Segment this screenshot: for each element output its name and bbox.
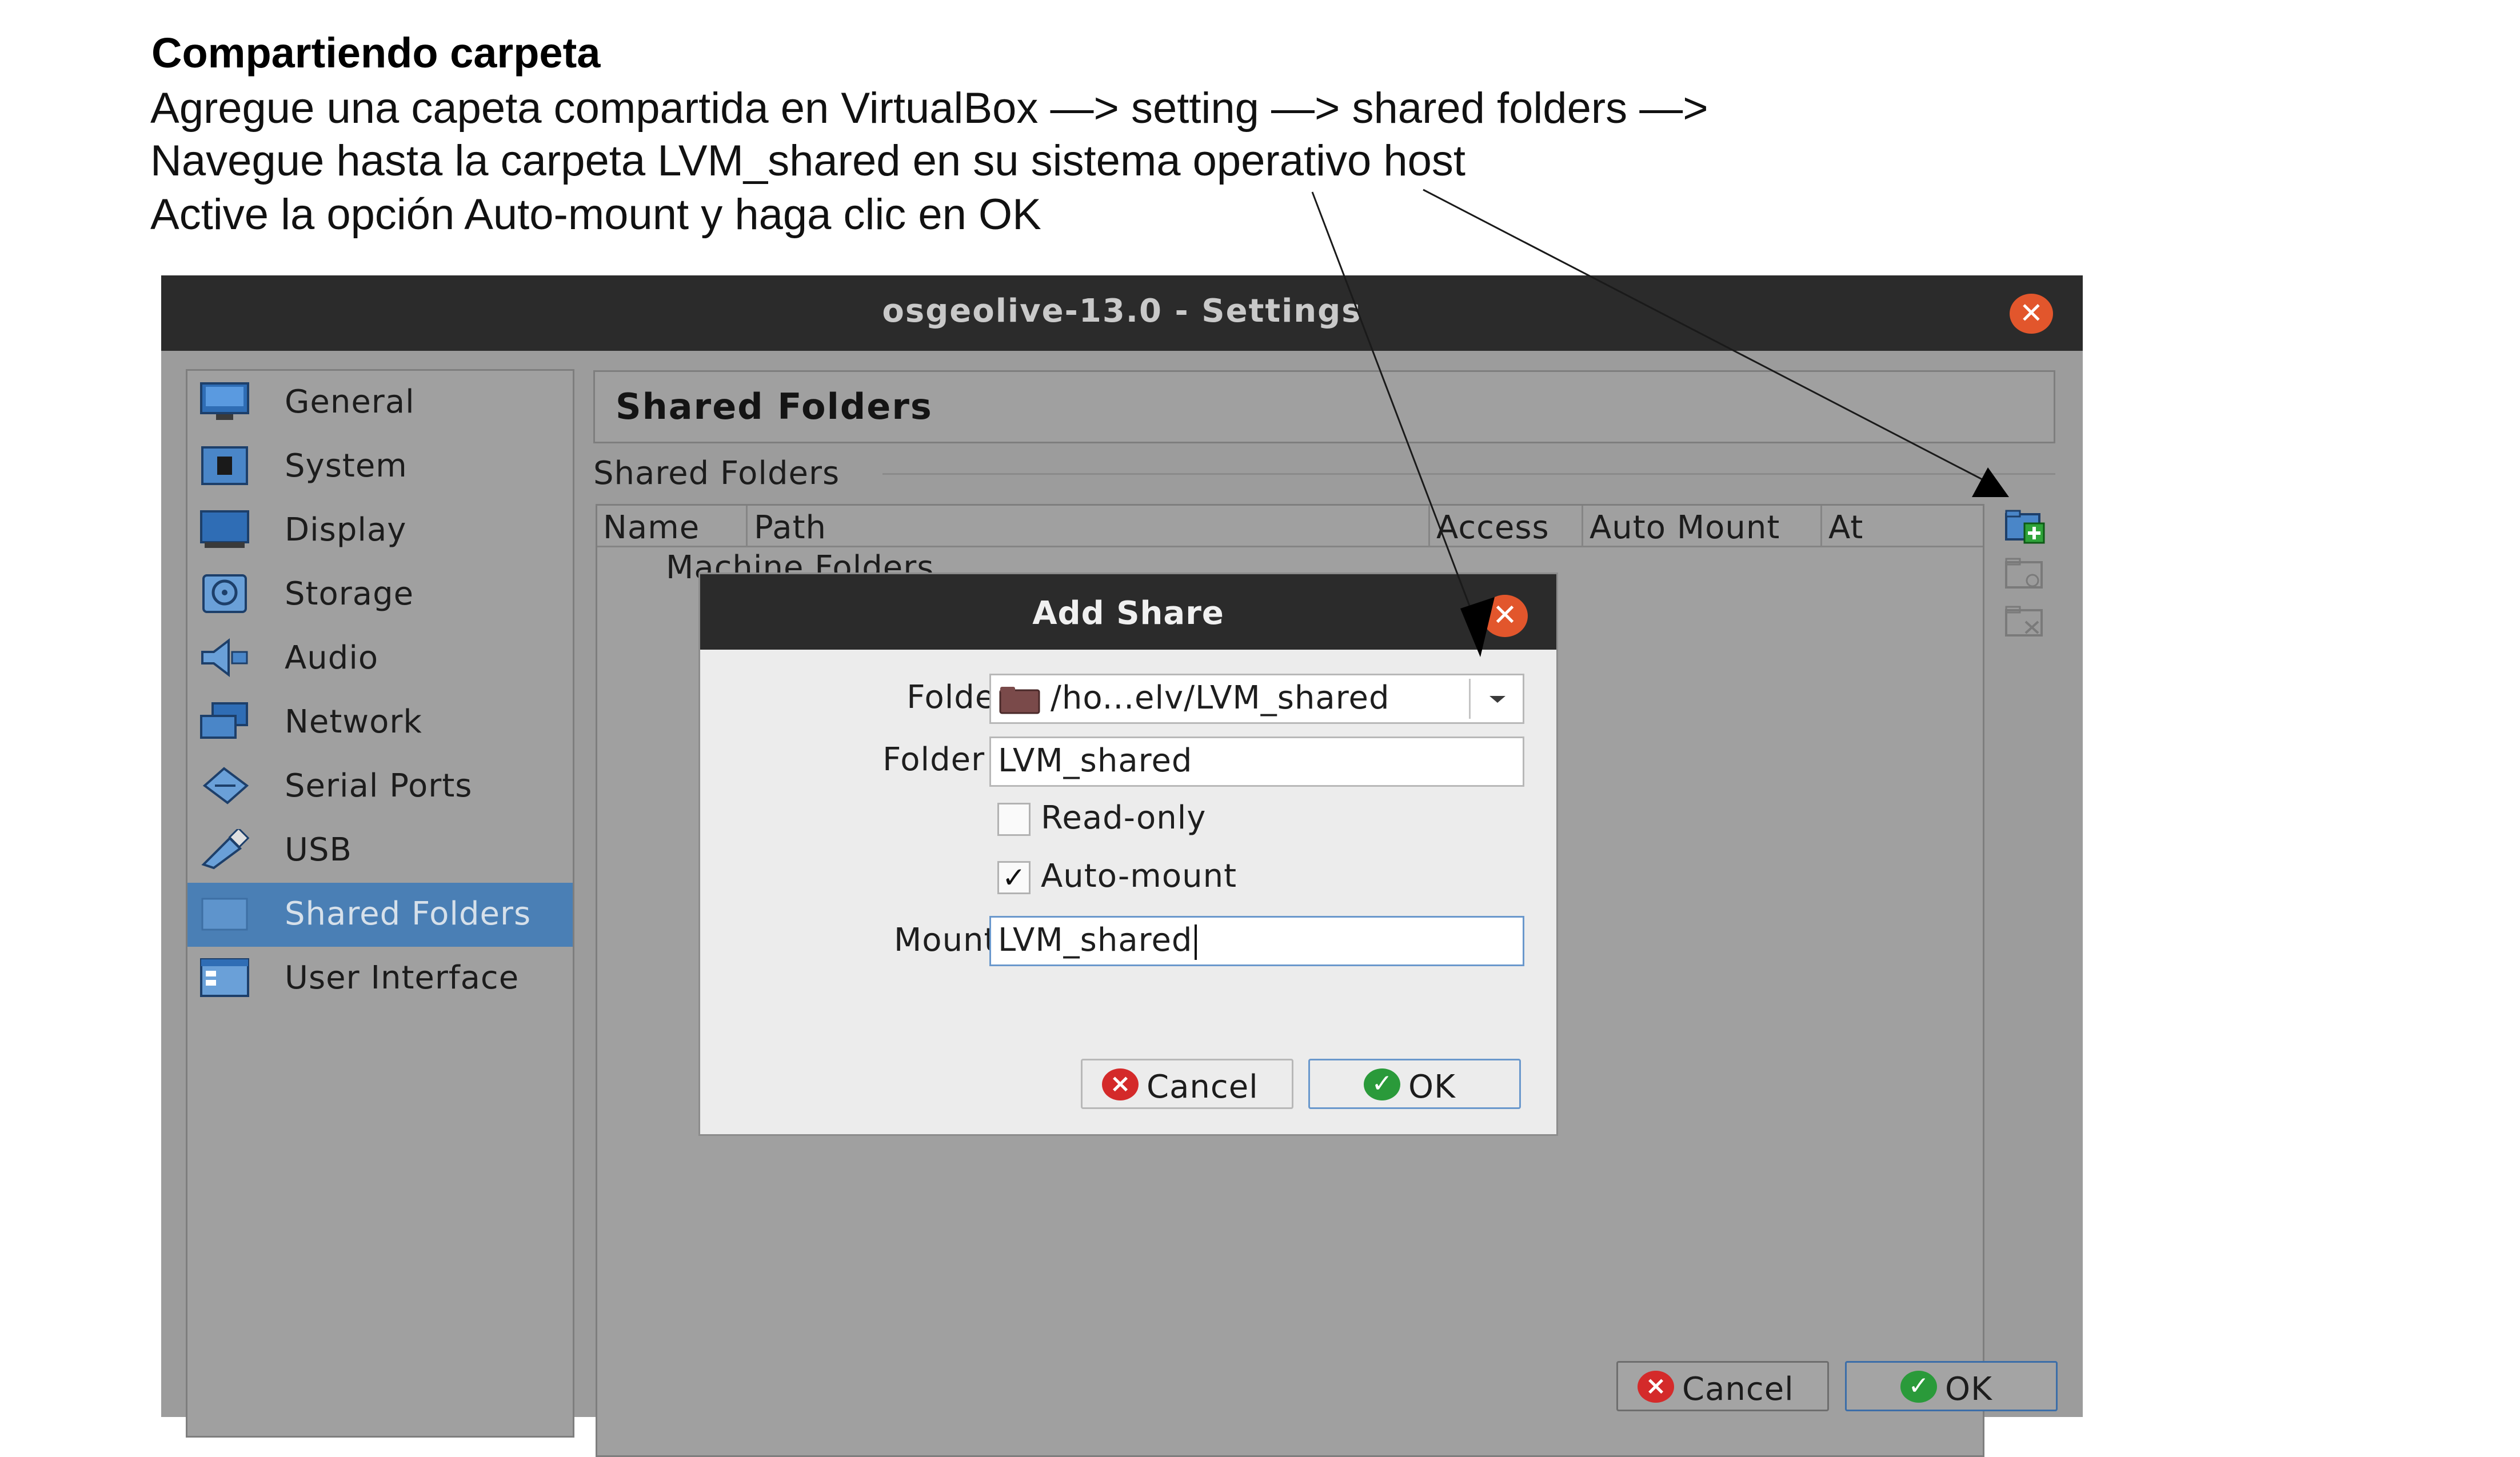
column-separator — [746, 506, 748, 546]
column-header-at[interactable]: At — [1828, 509, 1863, 546]
ok-button-label: OK — [1945, 1371, 1992, 1408]
dialog-titlebar[interactable]: Add Share ✕ — [700, 574, 1556, 650]
check-icon: ✓ — [1364, 1068, 1400, 1100]
add-share-icon[interactable] — [2003, 506, 2048, 546]
dialog-ok-button[interactable]: ✓ OK — [1308, 1059, 1521, 1109]
edit-share-icon[interactable] — [2003, 554, 2048, 594]
sidebar-item-network[interactable]: Network — [187, 691, 573, 755]
folder-name-field[interactable]: LVM_shared — [989, 736, 1524, 787]
shared-folders-group-label: Shared Folders — [593, 455, 840, 492]
monitor-icon — [200, 382, 249, 420]
sidebar-item-label: Shared Folders — [285, 895, 532, 932]
dialog-cancel-label: Cancel — [1147, 1068, 1259, 1106]
sidebar-item-usb[interactable]: USB — [187, 819, 573, 883]
close-icon[interactable]: ✕ — [1482, 595, 1528, 637]
column-header-auto-mount[interactable]: Auto Mount — [1590, 509, 1780, 546]
mount-point-field[interactable]: LVM_shared — [989, 916, 1524, 966]
column-header-access[interactable]: Access — [1436, 509, 1549, 546]
sidebar-item-label: Serial Ports — [285, 767, 473, 804]
section-header: Shared Folders — [593, 370, 2055, 443]
usb-icon — [201, 829, 250, 870]
table-header: Name Path Access Auto Mount At — [597, 506, 1983, 547]
sidebar-item-label: General — [285, 383, 415, 421]
add-share-dialog: Add Share ✕ Folder Path: /ho...elv/LVM_s… — [700, 574, 1556, 1134]
select-divider — [1469, 679, 1471, 719]
sidebar-item-shared-folders[interactable]: Shared Folders — [187, 883, 573, 947]
chip-icon — [201, 446, 248, 485]
window-titlebar[interactable]: osgeolive-13.0 - Settings ✕ — [161, 275, 2083, 351]
sidebar-item-label: User Interface — [285, 959, 520, 996]
user-interface-icon — [200, 958, 249, 997]
settings-sidebar: General System Display Storage Audio Net… — [186, 369, 574, 1438]
readonly-checkbox[interactable] — [997, 803, 1031, 836]
sidebar-item-label: Display — [285, 511, 407, 549]
dialog-title: Add Share — [1032, 595, 1224, 632]
window-title: osgeolive-13.0 - Settings — [882, 293, 1362, 330]
instruction-line: Active la opción Auto-mount y haga clic … — [150, 190, 1041, 239]
sidebar-item-general[interactable]: General — [187, 371, 573, 435]
sidebar-item-system[interactable]: System — [187, 435, 573, 499]
chevron-down-icon[interactable] — [1486, 694, 1509, 705]
sidebar-item-label: Network — [285, 703, 422, 740]
column-separator — [1582, 506, 1583, 546]
cancel-icon: × — [1102, 1068, 1139, 1100]
dialog-cancel-button[interactable]: × Cancel — [1081, 1059, 1293, 1109]
column-separator — [1428, 506, 1430, 546]
text-caret — [1195, 924, 1197, 960]
page-title: Shared Folders — [616, 386, 933, 427]
sidebar-item-label: USB — [285, 831, 352, 868]
group-divider — [882, 473, 2055, 475]
mount-point-value: LVM_shared — [998, 922, 1193, 959]
sidebar-item-label: Audio — [285, 639, 379, 677]
network-icon — [200, 702, 248, 739]
sidebar-item-user-interface[interactable]: User Interface — [187, 947, 573, 1011]
automount-label[interactable]: Auto-mount — [1041, 858, 1237, 895]
readonly-label[interactable]: Read-only — [1041, 799, 1206, 836]
folder-path-select[interactable]: /ho...elv/LVM_shared — [989, 674, 1524, 724]
remove-share-icon[interactable] — [2003, 602, 2048, 642]
folder-icon — [999, 687, 1040, 714]
instructions-title: Compartiendo carpeta — [151, 29, 601, 77]
ok-button[interactable]: ✓ OK — [1845, 1361, 2058, 1411]
sidebar-item-label: System — [285, 447, 408, 485]
sidebar-item-display[interactable]: Display — [187, 499, 573, 563]
disk-icon — [202, 574, 247, 613]
serial-port-icon — [202, 767, 249, 804]
column-separator — [1820, 506, 1822, 546]
cancel-button-label: Cancel — [1682, 1371, 1794, 1408]
cancel-icon: × — [1638, 1371, 1674, 1403]
dialog-ok-label: OK — [1408, 1068, 1456, 1106]
automount-checkbox[interactable]: ✓ — [997, 861, 1031, 894]
folder-path-value: /ho...elv/LVM_shared — [1051, 679, 1390, 717]
cancel-button[interactable]: × Cancel — [1616, 1361, 1829, 1411]
sidebar-item-serial-ports[interactable]: Serial Ports — [187, 755, 573, 819]
display-icon — [200, 510, 249, 548]
column-header-path[interactable]: Path — [754, 509, 826, 546]
sidebar-item-storage[interactable]: Storage — [187, 563, 573, 627]
close-icon[interactable]: ✕ — [2010, 294, 2053, 334]
check-icon: ✓ — [1900, 1371, 1937, 1403]
speaker-icon — [201, 638, 248, 678]
instruction-line: Agregue una capeta compartida en Virtual… — [150, 84, 1708, 133]
instruction-line: Navegue hasta la carpeta LVM_shared en s… — [150, 137, 1466, 185]
shared-folder-icon — [201, 898, 248, 931]
sidebar-item-label: Storage — [285, 575, 414, 613]
sidebar-item-audio[interactable]: Audio — [187, 627, 573, 691]
column-header-name[interactable]: Name — [603, 509, 700, 546]
